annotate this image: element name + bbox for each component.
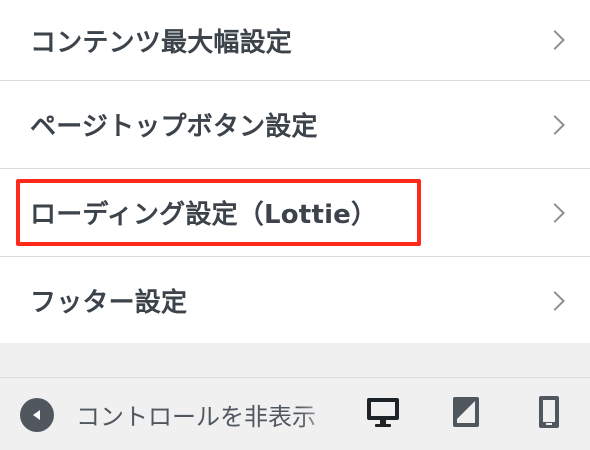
collapse-controls-label: コントロールを非表示 — [76, 403, 316, 431]
menu-item-loading-lottie[interactable]: ローディング設定（Lottie） — [0, 169, 590, 257]
customizer-footer: コントロールを非表示 — [0, 377, 590, 450]
panel-empty-area — [0, 343, 590, 377]
menu-item-footer[interactable]: フッター設定 — [0, 257, 590, 345]
customizer-panel: コンテンツ最大幅設定 ページトップボタン設定 ローディング設定（Lottie） … — [0, 0, 590, 450]
menu-item-label: コンテンツ最大幅設定 — [30, 27, 293, 58]
chevron-right-icon — [545, 290, 565, 311]
menu-item-label: ローディング設定（Lottie） — [30, 200, 378, 230]
menu-item-page-top-button[interactable]: ページトップボタン設定 — [0, 81, 590, 169]
chevron-right-icon — [545, 30, 565, 50]
menu-item-label: フッター設定 — [30, 288, 188, 318]
chevron-right-icon — [545, 114, 565, 135]
preview-desktop-button[interactable] — [361, 392, 405, 436]
desktop-icon — [366, 396, 400, 432]
chevron-right-icon — [545, 202, 565, 223]
menu-item-content-max-width[interactable]: コンテンツ最大幅設定 — [0, 0, 590, 81]
preview-mobile-button[interactable] — [527, 392, 571, 436]
collapse-controls-button[interactable]: コントロールを非表示 — [20, 378, 338, 450]
menu-item-label: ページトップボタン設定 — [30, 112, 318, 142]
preview-tablet-button[interactable] — [444, 392, 488, 436]
arrow-left-circle-icon — [20, 397, 54, 432]
tablet-icon — [451, 396, 481, 432]
customizer-menu: コンテンツ最大幅設定 ページトップボタン設定 ローディング設定（Lottie） … — [0, 0, 590, 345]
mobile-icon — [538, 395, 560, 433]
